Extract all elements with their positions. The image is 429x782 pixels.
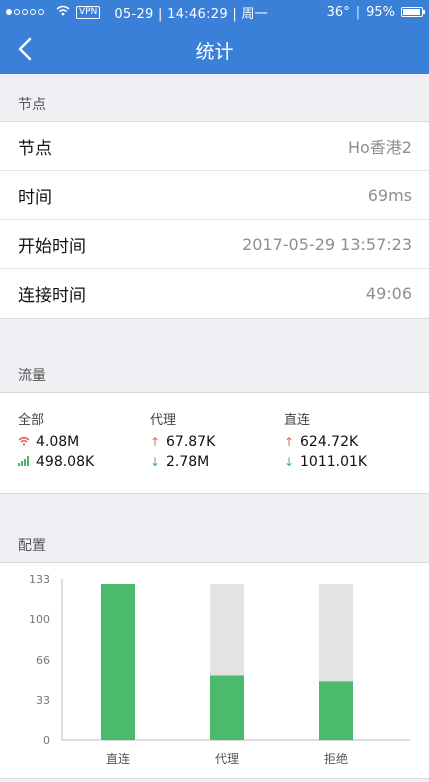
row-node[interactable]: 节点 Ho香港2 bbox=[0, 122, 429, 171]
row-value: 69ms bbox=[367, 185, 412, 205]
page-title: 统计 bbox=[195, 41, 234, 63]
y-tick-label: 33 bbox=[36, 694, 50, 707]
row-value: 2017-05-29 13:57:23 bbox=[242, 234, 412, 254]
y-tick-label: 133 bbox=[29, 573, 50, 586]
traffic-download-value: 1011.01K bbox=[300, 454, 368, 470]
bar bbox=[319, 681, 353, 740]
y-tick-label: 100 bbox=[29, 613, 50, 626]
traffic-download-value: 2.78M bbox=[166, 454, 210, 470]
section-header-traffic: 流量 bbox=[18, 368, 46, 384]
status-datetime: 05-29 | 14:46:29 | 周一 bbox=[114, 6, 269, 22]
traffic-upload-value: 67.87K bbox=[166, 434, 216, 450]
status-bar: VPN 05-29 | 14:46:29 | 周一 36° | 95% bbox=[0, 0, 429, 24]
y-tick-label: 66 bbox=[36, 654, 50, 667]
section-header-config: 配置 bbox=[18, 538, 46, 554]
traffic-column-proxy: 代理 ↑ 67.87K ↓ 2.78M bbox=[150, 409, 215, 472]
row-label: 开始时间 bbox=[18, 236, 86, 257]
y-tick-label: 0 bbox=[43, 734, 50, 747]
traffic-column-title: 直连 bbox=[284, 413, 311, 428]
arrow-down-icon: ↓ bbox=[284, 455, 295, 469]
traffic-column-title: 全部 bbox=[18, 413, 45, 428]
row-label: 时间 bbox=[18, 187, 52, 208]
config-chart-group: 0 33 66 100 133 直连 代理 拒绝 bbox=[0, 562, 429, 779]
arrow-up-icon: ↑ bbox=[150, 435, 161, 449]
row-value: 49:06 bbox=[365, 284, 412, 303]
status-temperature: 36° bbox=[326, 4, 350, 20]
bar bbox=[210, 675, 244, 740]
row-start-time: 开始时间 2017-05-29 13:57:23 bbox=[0, 220, 429, 269]
node-info-group: 节点 Ho香港2 时间 69ms 开始时间 2017-05-29 13:57:2… bbox=[0, 121, 429, 319]
row-label: 连接时间 bbox=[18, 286, 86, 306]
vpn-badge: VPN bbox=[76, 5, 101, 19]
row-value: Ho香港2 bbox=[347, 138, 412, 157]
battery-percent: 95% bbox=[366, 4, 395, 20]
cellular-icon bbox=[18, 454, 30, 470]
bar bbox=[101, 584, 135, 740]
battery-icon bbox=[401, 7, 425, 17]
x-category-label: 直连 bbox=[106, 751, 130, 766]
wifi-status-icon bbox=[56, 5, 70, 19]
arrow-down-icon: ↓ bbox=[150, 455, 161, 469]
traffic-upload-value: 4.08M bbox=[36, 434, 80, 450]
traffic-upload-value: 624.72K bbox=[300, 434, 359, 450]
nav-bar: 统计 bbox=[0, 24, 429, 74]
rule-bar-chart: 0 33 66 100 133 直连 代理 拒绝 bbox=[29, 573, 410, 766]
row-latency: 时间 69ms bbox=[0, 171, 429, 220]
traffic-group: 全部 4.08M 498.08K 代理 ↑ 67.87K ↓ 2.78M 直连 ↑ 6… bbox=[0, 392, 429, 494]
arrow-up-icon: ↑ bbox=[284, 435, 295, 449]
section-header-node: 节点 bbox=[18, 97, 46, 113]
traffic-column-direct: 直连 ↑ 624.72K ↓ 1011.01K bbox=[284, 409, 367, 472]
row-label: 节点 bbox=[18, 138, 52, 159]
traffic-column-all: 全部 4.08M 498.08K bbox=[18, 409, 94, 472]
row-connection-time: 连接时间 49:06 bbox=[0, 269, 429, 318]
signal-strength-icon bbox=[6, 9, 44, 15]
traffic-download-value: 498.08K bbox=[36, 454, 95, 470]
x-category-label: 代理 bbox=[215, 752, 239, 766]
x-category-label: 拒绝 bbox=[324, 751, 348, 766]
wifi-icon bbox=[18, 434, 30, 450]
traffic-column-title: 代理 bbox=[150, 413, 177, 428]
